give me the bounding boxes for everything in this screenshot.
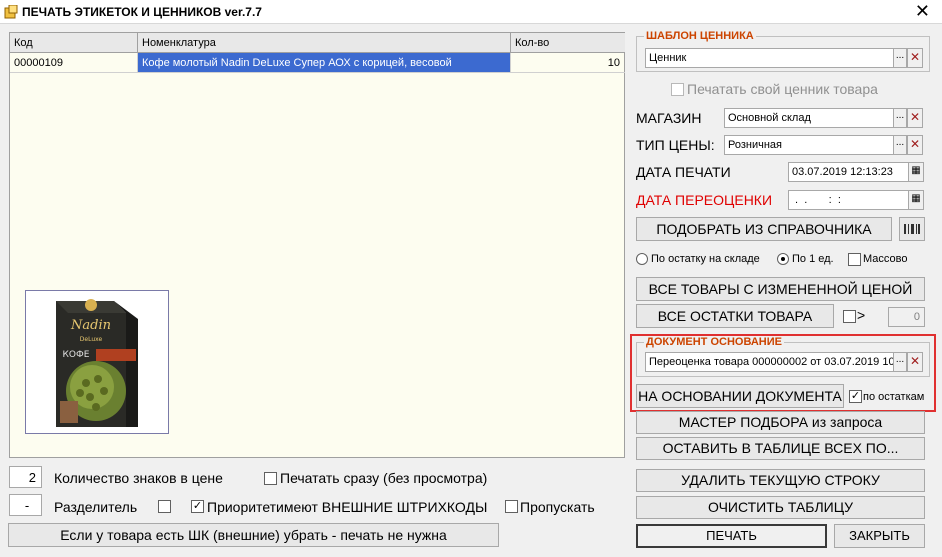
- store-clear-icon[interactable]: ✕: [907, 108, 923, 128]
- separator-label: Разделитель: [54, 499, 138, 515]
- column-header-name[interactable]: Номенклатура: [138, 33, 511, 53]
- reprice-date-calendar-icon[interactable]: ▦: [908, 190, 924, 210]
- svg-text:DeLuxe: DeLuxe: [80, 336, 103, 343]
- store-field[interactable]: Основной склад: [724, 108, 894, 128]
- delete-row-label: УДАЛИТЬ ТЕКУЩУЮ СТРОКУ: [681, 472, 880, 488]
- print-date-field[interactable]: 03.07.2019 12:13:23: [788, 162, 909, 182]
- skip-label: Пропускать: [520, 499, 595, 515]
- price-type-field[interactable]: Розничная: [724, 135, 894, 155]
- reprice-date-label: ДАТА ПЕРЕОЦЕНКИ: [636, 192, 773, 208]
- wizard-label: МАСТЕР ПОДБОРА из запроса: [678, 414, 883, 430]
- column-header-qty[interactable]: Кол-во: [511, 33, 625, 53]
- store-pick-button[interactable]: ...: [893, 108, 907, 128]
- keep-in-table-button[interactable]: ОСТАВИТЬ В ТАБЛИЦЕ ВСЕХ ПО...: [636, 437, 925, 460]
- template-clear-icon[interactable]: ✕: [907, 48, 923, 68]
- priority-barcodes-label: Приоритетимеют ВНЕШНИЕ ШТРИХКОДЫ: [207, 499, 488, 515]
- price-type-clear-icon[interactable]: ✕: [907, 135, 923, 155]
- mass-label: Массово: [863, 253, 908, 265]
- print-date-calendar-icon[interactable]: ▦: [908, 162, 924, 182]
- wizard-button[interactable]: МАСТЕР ПОДБОРА из запроса: [636, 411, 925, 434]
- template-pick-button[interactable]: ...: [893, 48, 907, 68]
- remove-external-barcodes-label: Если у товара есть ШК (внешние) убрать -…: [60, 527, 447, 543]
- delete-row-button[interactable]: УДАЛИТЬ ТЕКУЩУЮ СТРОКУ: [636, 469, 925, 492]
- by-stock-checkbox[interactable]: ✓: [849, 390, 862, 403]
- reprice-date-field[interactable]: . . : :: [788, 190, 909, 210]
- template-group-title: ШАБЛОН ЦЕННИКА: [644, 30, 756, 42]
- stock-threshold-field[interactable]: 0: [888, 307, 925, 327]
- changed-price-label: ВСЕ ТОВАРЫ С ИЗМЕНЕННОЙ ЦЕНОЙ: [648, 281, 913, 297]
- based-on-document-label: НА ОСНОВАНИИ ДОКУМЕНТА: [638, 388, 842, 404]
- by-stock-label: по остаткам: [863, 391, 925, 403]
- pick-from-catalog-label: ПОДОБРАТЬ ИЗ СПРАВОЧНИКА: [656, 221, 872, 237]
- close-icon[interactable]: ✕: [915, 1, 930, 21]
- document-basis-title: ДОКУМЕНТ ОСНОВАНИЕ: [644, 336, 784, 348]
- price-type-label: ТИП ЦЕНЫ:: [636, 137, 715, 153]
- document-clear-icon[interactable]: ✕: [907, 352, 923, 372]
- price-type-pick-button[interactable]: ...: [893, 135, 907, 155]
- based-on-document-button[interactable]: НА ОСНОВАНИИ ДОКУМЕНТА: [636, 384, 844, 408]
- column-header-code[interactable]: Код: [10, 33, 138, 53]
- own-tag-checkbox[interactable]: [671, 83, 684, 96]
- cell-qty[interactable]: 10: [511, 53, 625, 73]
- svg-text:КОФЕ: КОФЕ: [63, 350, 90, 360]
- radio-by-stock[interactable]: [636, 253, 648, 265]
- barcode-icon: [904, 224, 920, 234]
- radio-one-unit[interactable]: [777, 253, 789, 265]
- remove-external-barcodes-button[interactable]: Если у товара есть ШК (внешние) убрать -…: [8, 523, 499, 547]
- app-icon: [4, 5, 18, 19]
- radio-one-unit-label: По 1 ед.: [792, 253, 834, 265]
- stock-threshold-checkbox[interactable]: [843, 310, 856, 323]
- own-tag-label: Печатать свой ценник товара: [687, 81, 878, 97]
- window-title: ПЕЧАТЬ ЭТИКЕТОК И ЦЕННИКОВ ver.7.7: [22, 5, 262, 19]
- all-stock-button[interactable]: ВСЕ ОСТАТКИ ТОВАРА: [636, 304, 834, 328]
- price-digits-label: Количество знаков в цене: [54, 470, 223, 486]
- print-button[interactable]: ПЕЧАТЬ: [636, 524, 827, 548]
- document-pick-button[interactable]: ...: [893, 352, 907, 372]
- priority-barcodes-checkbox[interactable]: ✓: [191, 500, 204, 513]
- changed-price-button[interactable]: ВСЕ ТОВАРЫ С ИЗМЕНЕННОЙ ЦЕНОЙ: [636, 277, 925, 301]
- price-digits-field[interactable]: 2: [9, 466, 42, 488]
- separator-checkbox[interactable]: [158, 500, 171, 513]
- keep-in-table-label: ОСТАВИТЬ В ТАБЛИЦЕ ВСЕХ ПО...: [662, 440, 899, 456]
- all-stock-label: ВСЕ ОСТАТКИ ТОВАРА: [657, 308, 813, 324]
- cell-name[interactable]: Кофе молотый Nadin DeLuxe Супер АОХ с ко…: [138, 53, 511, 73]
- coffee-package-picture: Nadin DeLuxe КОФЕ: [56, 299, 138, 427]
- mass-checkbox[interactable]: [848, 253, 861, 266]
- product-image: Nadin DeLuxe КОФЕ: [25, 290, 169, 434]
- catalog-options-button[interactable]: [899, 217, 925, 241]
- svg-text:Nadin: Nadin: [70, 318, 111, 333]
- radio-by-stock-label: По остатку на складе: [651, 253, 760, 265]
- clear-table-label: ОЧИСТИТЬ ТАБЛИЦУ: [708, 499, 853, 515]
- greater-than-label: >: [857, 307, 866, 323]
- close-button[interactable]: ЗАКРЫТЬ: [834, 524, 925, 548]
- print-now-checkbox[interactable]: [264, 472, 277, 485]
- skip-checkbox[interactable]: [505, 500, 518, 513]
- pick-from-catalog-button[interactable]: ПОДОБРАТЬ ИЗ СПРАВОЧНИКА: [636, 217, 892, 241]
- separator-field[interactable]: -: [9, 494, 42, 516]
- document-basis-field[interactable]: Переоценка товара 000000002 от 03.07.201…: [645, 352, 894, 372]
- close-label: ЗАКРЫТЬ: [849, 528, 910, 543]
- template-field[interactable]: Ценник: [645, 48, 894, 68]
- print-label: ПЕЧАТЬ: [706, 528, 757, 543]
- title-bar: ПЕЧАТЬ ЭТИКЕТОК И ЦЕННИКОВ ver.7.7 ✕: [0, 0, 942, 24]
- cell-code[interactable]: 00000109: [10, 53, 138, 73]
- store-label: МАГАЗИН: [636, 110, 702, 126]
- clear-table-button[interactable]: ОЧИСТИТЬ ТАБЛИЦУ: [636, 496, 925, 519]
- print-date-label: ДАТА ПЕЧАТИ: [636, 164, 731, 180]
- print-now-label: Печатать сразу (без просмотра): [280, 470, 488, 486]
